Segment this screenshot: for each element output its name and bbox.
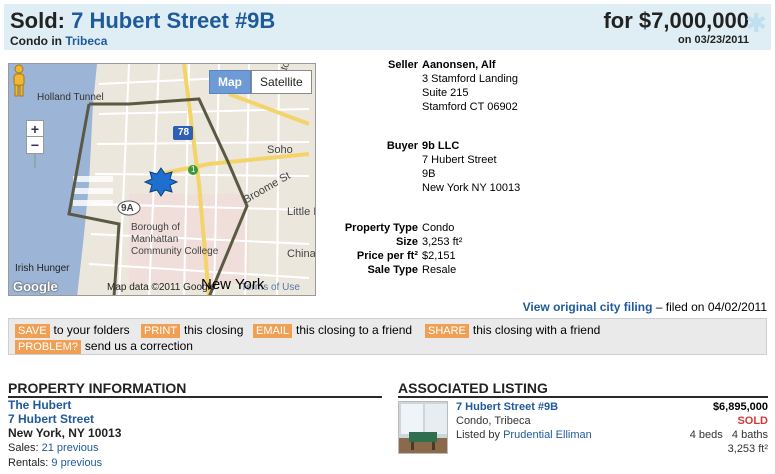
buyer-line3: New York NY 10013 [422,182,521,194]
sale-price: for $7,000,000 [603,8,749,33]
address-title: 7 Hubert Street #9B [71,8,276,33]
email-action[interactable]: EMAIL this closing to a friend [253,323,412,338]
print-tag[interactable]: PRINT [141,324,180,338]
sales-history-link[interactable]: 21 previous [42,442,99,454]
email-text: this closing to a friend [296,323,413,337]
google-logo: Google [13,279,58,294]
listing-status-badge: SOLD [737,415,768,427]
page-title: Sold: 7 Hubert Street #9B [10,8,275,34]
listing-beds-baths: 4 beds 4 baths [689,429,768,441]
sold-prefix: Sold: [10,8,65,33]
seller-line1: 3 Stamford Landing [422,73,519,85]
china-label: China [287,248,316,260]
seller-label: Seller [388,59,418,71]
building-city: New York, NY 10013 [8,426,122,440]
city-filing: View original city filing – filed on 04/… [523,300,767,314]
problem-text: send us a correction [84,339,193,353]
filing-date: – filed on 04/02/2011 [655,300,767,314]
borough-label: Borough of [131,222,180,233]
buyer-line1: 7 Hubert Street [422,154,497,166]
size-label: Size [395,236,418,248]
save-tag[interactable]: SAVE [15,324,50,338]
associated-listing-divider [398,396,768,398]
associated-listing-heading: ASSOCIATED LISTING [398,380,548,396]
buyer-line2: 9B [422,168,436,180]
location-map[interactable]: Holland Tunnel Houston St 78 Soho Broome… [8,63,316,296]
building-name-link[interactable]: The Hubert [8,398,71,412]
broker-link[interactable]: Prudential Elliman [503,429,592,441]
seller-line3: Stamford CT 06902 [422,101,518,113]
in-word: in [51,34,63,48]
save-text: to your folders [53,323,130,337]
map-footer: Google Map data ©2011 Google Terms of Us… [9,279,315,295]
map-type-control: Map Satellite [209,70,312,94]
listing-thumbnail[interactable] [398,401,448,454]
sale-type-label: Sale Type [367,264,418,276]
print-text: this closing [184,323,244,337]
save-action[interactable]: SAVE to your folders [15,323,130,338]
size-value: 3,253 ft² [422,236,463,248]
buyer-name: 9b LLC [422,140,460,152]
seller-name: Aanonsen, Alf [422,59,496,71]
listing-price: $6,895,000 [712,401,768,413]
print-action[interactable]: PRINT this closing [141,323,243,338]
property-info: The Hubert 7 Hubert Street New York, NY … [8,398,338,471]
city-filing-link[interactable]: View original city filing [523,300,653,314]
buyer-label: Buyer [386,140,418,152]
share-text: this closing with a friend [472,323,601,337]
sales-history: Sales: 21 previous [8,441,338,456]
share-action[interactable]: SHARE this closing with a friend [425,323,600,338]
map-type-satellite-button[interactable]: Satellite [251,70,312,94]
property-marker-icon [143,167,179,197]
sale-date: on 03/23/2011 [678,34,749,46]
building-street-link[interactable]: 7 Hubert Street [8,412,94,426]
neighborhood-link[interactable]: Tribeca [65,34,107,48]
price-per-ft-value: $2,151 [422,250,456,262]
soho-label: Soho [267,144,293,156]
property-type-text: Condo [10,34,48,48]
map-data-attribution: Map data ©2011 Google [107,282,216,293]
route-1-label: 1 [191,165,196,174]
closing-header: Sold: 7 Hubert Street #9B Condo in Tribe… [4,4,771,50]
action-bar: SAVE to your folders PRINT this closing EM… [8,318,767,355]
listing-photo-icon [399,402,447,453]
listed-by-label: Listed by [456,429,501,441]
problem-tag[interactable]: PROBLEM? [15,340,81,354]
route-9a-label: 9A [121,203,134,214]
email-tag[interactable]: EMAIL [253,324,293,338]
listing-title-link[interactable]: 7 Hubert Street #9B [456,401,558,413]
college-label: Community College [131,246,219,257]
listing-size: 3,253 ft² [727,443,768,455]
share-tag[interactable]: SHARE [425,324,469,338]
property-info-heading: PROPERTY INFORMATION [8,380,187,396]
price-per-ft-label: Price per ft² [356,250,418,262]
irish-hunger-label: Irish Hunger [15,263,70,274]
rentals-label: Rentals: [8,457,49,469]
sales-label: Sales: [8,442,39,454]
pegman-icon[interactable] [9,64,29,98]
map-type-map-button[interactable]: Map [209,70,251,94]
seller-line2: Suite 215 [422,87,469,99]
little-italy-label: Little Ita [287,206,315,218]
problem-action[interactable]: PROBLEM? send us a correction [15,339,193,354]
holland-tunnel-label: Holland Tunnel [37,92,104,103]
asterisk-icon: ✱ [745,8,767,38]
manhattan-label: Manhattan [131,234,179,245]
rentals-history-link[interactable]: 9 previous [51,457,102,469]
zoom-slider[interactable] [34,154,36,168]
listing-broker: Listed by Prudential Elliman [456,429,592,441]
listing-location: Condo, Tribeca [456,415,531,427]
zoom-out-button[interactable]: − [26,136,44,154]
property-subtitle: Condo in Tribeca [10,34,107,48]
i78-label: 78 [178,127,190,138]
property-type-label: Property Type [344,222,418,234]
rentals-history: Rentals: 9 previous [8,456,338,471]
sale-type-value: Resale [422,264,457,276]
new-york-label: New York [201,276,265,293]
property-type-value: Condo [422,222,455,234]
